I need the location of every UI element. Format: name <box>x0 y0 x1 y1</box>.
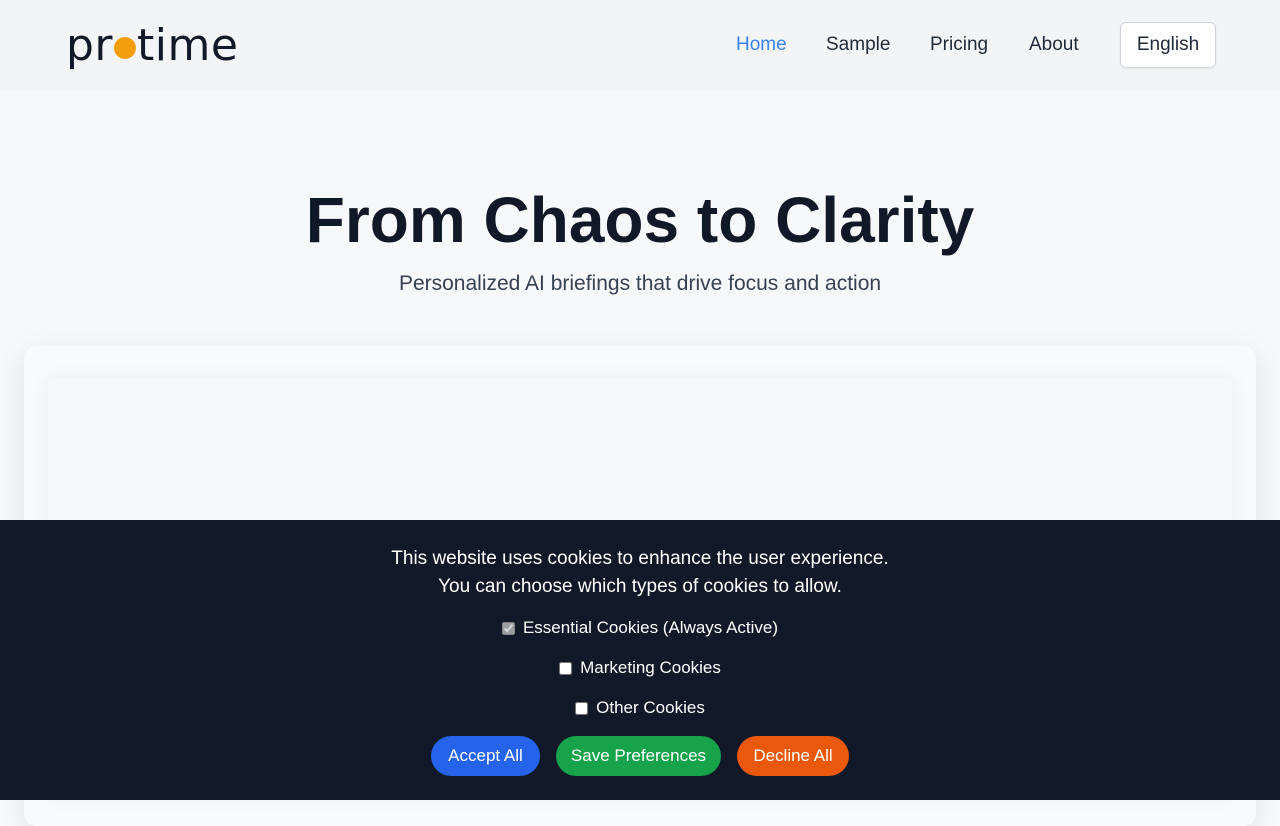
language-selector-button[interactable]: English <box>1120 22 1216 68</box>
essential-cookies-option: Essential Cookies (Always Active) <box>0 618 1280 638</box>
cookie-message-line1: This website uses cookies to enhance the… <box>391 548 889 569</box>
save-preferences-button[interactable]: Save Preferences <box>556 736 721 776</box>
marketing-cookies-checkbox[interactable] <box>559 661 573 675</box>
main-nav: Home Sample Pricing About <box>0 0 1280 90</box>
cookie-message-line2: You can choose which types of cookies to… <box>438 576 842 597</box>
site-header: pr time Home Sample Pricing About English <box>0 0 1280 90</box>
cookie-message: This website uses cookies to enhance the… <box>0 545 1280 601</box>
nav-about-link[interactable]: About <box>1029 34 1079 56</box>
other-cookies-option[interactable]: Other Cookies <box>0 698 1280 718</box>
other-cookies-label: Other Cookies <box>596 698 705 717</box>
marketing-cookies-label: Marketing Cookies <box>580 658 721 677</box>
cookie-banner: This website uses cookies to enhance the… <box>0 520 1280 800</box>
nav-pricing-link[interactable]: Pricing <box>930 34 988 56</box>
marketing-cookies-option[interactable]: Marketing Cookies <box>0 658 1280 678</box>
accept-all-button[interactable]: Accept All <box>431 736 540 776</box>
other-cookies-checkbox[interactable] <box>575 701 589 715</box>
hero-title: From Chaos to Clarity <box>305 184 975 256</box>
nav-home-link[interactable]: Home <box>736 34 787 56</box>
essential-cookies-label: Essential Cookies (Always Active) <box>522 618 779 637</box>
decline-all-button[interactable]: Decline All <box>737 736 849 776</box>
nav-sample-link[interactable]: Sample <box>826 34 890 56</box>
hero-subtitle: Personalized AI briefings that drive foc… <box>398 272 882 295</box>
essential-cookies-checkbox <box>501 621 515 635</box>
